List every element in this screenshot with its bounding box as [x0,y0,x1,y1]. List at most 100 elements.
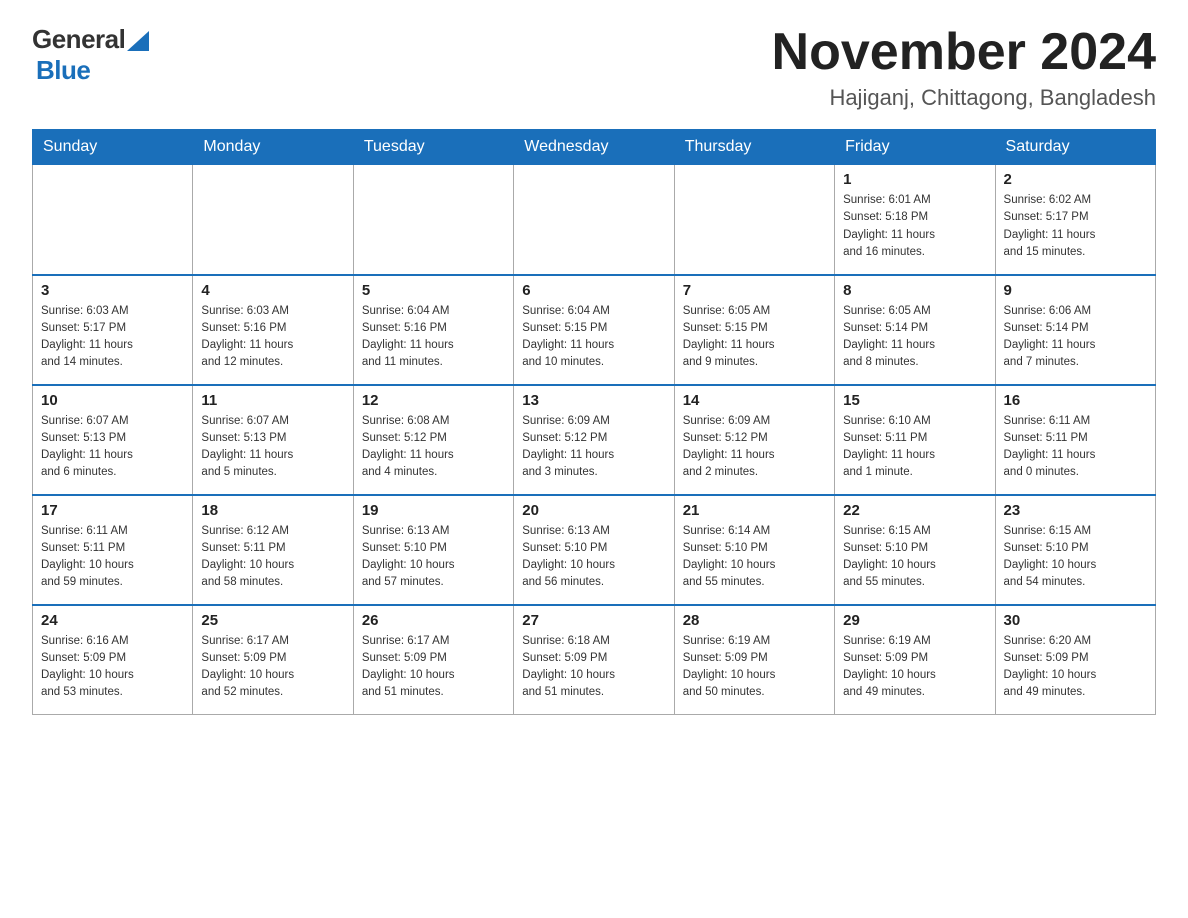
day-info: Sunrise: 6:09 AM Sunset: 5:12 PM Dayligh… [522,413,665,482]
logo-general-text: General [32,24,125,55]
calendar-cell: 4 Sunrise: 6:03 AM Sunset: 5:16 PM Daylig… [193,275,353,385]
day-number: 27 [522,612,665,629]
day-info: Sunrise: 6:11 AM Sunset: 5:11 PM Dayligh… [1004,413,1147,482]
day-number: 30 [1004,612,1147,629]
day-info: Sunrise: 6:15 AM Sunset: 5:10 PM Dayligh… [843,523,986,592]
day-info: Sunrise: 6:10 AM Sunset: 5:11 PM Dayligh… [843,413,986,482]
day-number: 22 [843,502,986,519]
day-info: Sunrise: 6:03 AM Sunset: 5:17 PM Dayligh… [41,303,184,372]
calendar-cell: 9Sunrise: 6:06 AM Sunset: 5:14 PM Daylig… [995,275,1155,385]
calendar-header-sunday: Sunday [33,130,193,165]
calendar-cell: 27Sunrise: 6:18 AM Sunset: 5:09 PM Dayli… [514,605,674,715]
day-info: Sunrise: 6:19 AM Sunset: 5:09 PM Dayligh… [683,633,826,702]
day-number: 16 [1004,392,1147,409]
calendar-week-row: 3 Sunrise: 6:03 AM Sunset: 5:17 PM Daylig… [33,275,1156,385]
calendar-cell: 17 Sunrise: 6:11 AM Sunset: 5:11 PM Dayli… [33,495,193,605]
day-info: Sunrise: 6:07 AM Sunset: 5:13 PM Dayligh… [201,413,344,482]
day-info: Sunrise: 6:05 AM Sunset: 5:14 PM Dayligh… [843,303,986,372]
day-info: Sunrise: 6:13 AM Sunset: 5:10 PM Dayligh… [522,523,665,592]
day-number: 14 [683,392,826,409]
calendar-header-monday: Monday [193,130,353,165]
day-number: 2 [1004,171,1147,188]
calendar-week-row: 10Sunrise: 6:07 AM Sunset: 5:13 PM Dayli… [33,385,1156,495]
day-number: 19 [362,502,505,519]
day-number: 11 [201,392,344,409]
day-info: Sunrise: 6:15 AM Sunset: 5:10 PM Dayligh… [1004,523,1147,592]
day-number: 24 [41,612,184,629]
day-number: 15 [843,392,986,409]
day-info: Sunrise: 6:12 AM Sunset: 5:11 PM Dayligh… [201,523,344,592]
day-info: Sunrise: 6:01 AM Sunset: 5:18 PM Dayligh… [843,192,986,261]
calendar-header-tuesday: Tuesday [353,130,513,165]
day-number: 28 [683,612,826,629]
calendar-cell: 23Sunrise: 6:15 AM Sunset: 5:10 PM Dayli… [995,495,1155,605]
calendar-cell: 15 Sunrise: 6:10 AM Sunset: 5:11 PM Dayli… [835,385,995,495]
day-info: Sunrise: 6:07 AM Sunset: 5:13 PM Dayligh… [41,413,184,482]
calendar-cell [514,165,674,275]
day-info: Sunrise: 6:06 AM Sunset: 5:14 PM Dayligh… [1004,303,1147,372]
day-info: Sunrise: 6:13 AM Sunset: 5:10 PM Dayligh… [362,523,505,592]
calendar-cell: 13 Sunrise: 6:09 AM Sunset: 5:12 PM Dayli… [514,385,674,495]
day-number: 4 [201,282,344,299]
day-info: Sunrise: 6:04 AM Sunset: 5:16 PM Dayligh… [362,303,505,372]
calendar-cell: 24Sunrise: 6:16 AM Sunset: 5:09 PM Dayli… [33,605,193,715]
calendar-header-row: SundayMondayTuesdayWednesdayThursdayFrid… [33,130,1156,165]
day-info: Sunrise: 6:09 AM Sunset: 5:12 PM Dayligh… [683,413,826,482]
logo-icon [127,31,149,51]
calendar-week-row: 1 Sunrise: 6:01 AM Sunset: 5:18 PM Daylig… [33,165,1156,275]
calendar-cell: 29Sunrise: 6:19 AM Sunset: 5:09 PM Dayli… [835,605,995,715]
day-info: Sunrise: 6:08 AM Sunset: 5:12 PM Dayligh… [362,413,505,482]
calendar-week-row: 24Sunrise: 6:16 AM Sunset: 5:09 PM Dayli… [33,605,1156,715]
calendar-cell: 2Sunrise: 6:02 AM Sunset: 5:17 PM Daylig… [995,165,1155,275]
day-info: Sunrise: 6:14 AM Sunset: 5:10 PM Dayligh… [683,523,826,592]
logo: General Blue [32,24,149,86]
calendar-cell: 12Sunrise: 6:08 AM Sunset: 5:12 PM Dayli… [353,385,513,495]
calendar-cell: 19 Sunrise: 6:13 AM Sunset: 5:10 PM Dayli… [353,495,513,605]
location-text: Hajiganj, Chittagong, Bangladesh [772,85,1156,111]
calendar-cell: 20 Sunrise: 6:13 AM Sunset: 5:10 PM Dayli… [514,495,674,605]
calendar-cell: 21 Sunrise: 6:14 AM Sunset: 5:10 PM Dayli… [674,495,834,605]
day-number: 5 [362,282,505,299]
calendar-cell: 5 Sunrise: 6:04 AM Sunset: 5:16 PM Daylig… [353,275,513,385]
calendar-cell [353,165,513,275]
day-number: 6 [522,282,665,299]
day-number: 1 [843,171,986,188]
logo-blue-text: Blue [36,55,90,85]
title-block: November 2024 Hajiganj, Chittagong, Bang… [772,24,1156,111]
day-number: 7 [683,282,826,299]
calendar-header-friday: Friday [835,130,995,165]
day-info: Sunrise: 6:17 AM Sunset: 5:09 PM Dayligh… [201,633,344,702]
calendar-cell: 8 Sunrise: 6:05 AM Sunset: 5:14 PM Daylig… [835,275,995,385]
day-info: Sunrise: 6:20 AM Sunset: 5:09 PM Dayligh… [1004,633,1147,702]
day-info: Sunrise: 6:19 AM Sunset: 5:09 PM Dayligh… [843,633,986,702]
calendar-cell: 18Sunrise: 6:12 AM Sunset: 5:11 PM Dayli… [193,495,353,605]
day-number: 13 [522,392,665,409]
calendar-cell: 30 Sunrise: 6:20 AM Sunset: 5:09 PM Dayli… [995,605,1155,715]
calendar-cell: 6 Sunrise: 6:04 AM Sunset: 5:15 PM Daylig… [514,275,674,385]
day-info: Sunrise: 6:03 AM Sunset: 5:16 PM Dayligh… [201,303,344,372]
calendar-cell: 22 Sunrise: 6:15 AM Sunset: 5:10 PM Dayli… [835,495,995,605]
calendar-cell: 26Sunrise: 6:17 AM Sunset: 5:09 PM Dayli… [353,605,513,715]
calendar-cell: 7 Sunrise: 6:05 AM Sunset: 5:15 PM Daylig… [674,275,834,385]
day-number: 17 [41,502,184,519]
page-header: General Blue November 2024 Hajiganj, Chi… [32,24,1156,111]
calendar-cell [33,165,193,275]
calendar-cell: 14 Sunrise: 6:09 AM Sunset: 5:12 PM Dayli… [674,385,834,495]
calendar-header-wednesday: Wednesday [514,130,674,165]
day-info: Sunrise: 6:11 AM Sunset: 5:11 PM Dayligh… [41,523,184,592]
calendar-cell: 16 Sunrise: 6:11 AM Sunset: 5:11 PM Dayli… [995,385,1155,495]
calendar-cell: 3 Sunrise: 6:03 AM Sunset: 5:17 PM Daylig… [33,275,193,385]
day-info: Sunrise: 6:05 AM Sunset: 5:15 PM Dayligh… [683,303,826,372]
day-number: 20 [522,502,665,519]
day-info: Sunrise: 6:04 AM Sunset: 5:15 PM Dayligh… [522,303,665,372]
day-number: 8 [843,282,986,299]
month-title: November 2024 [772,24,1156,81]
calendar-header-saturday: Saturday [995,130,1155,165]
calendar-week-row: 17 Sunrise: 6:11 AM Sunset: 5:11 PM Dayli… [33,495,1156,605]
day-number: 21 [683,502,826,519]
calendar-cell: 1 Sunrise: 6:01 AM Sunset: 5:18 PM Daylig… [835,165,995,275]
calendar-header-thursday: Thursday [674,130,834,165]
calendar-cell [193,165,353,275]
day-number: 3 [41,282,184,299]
day-number: 26 [362,612,505,629]
